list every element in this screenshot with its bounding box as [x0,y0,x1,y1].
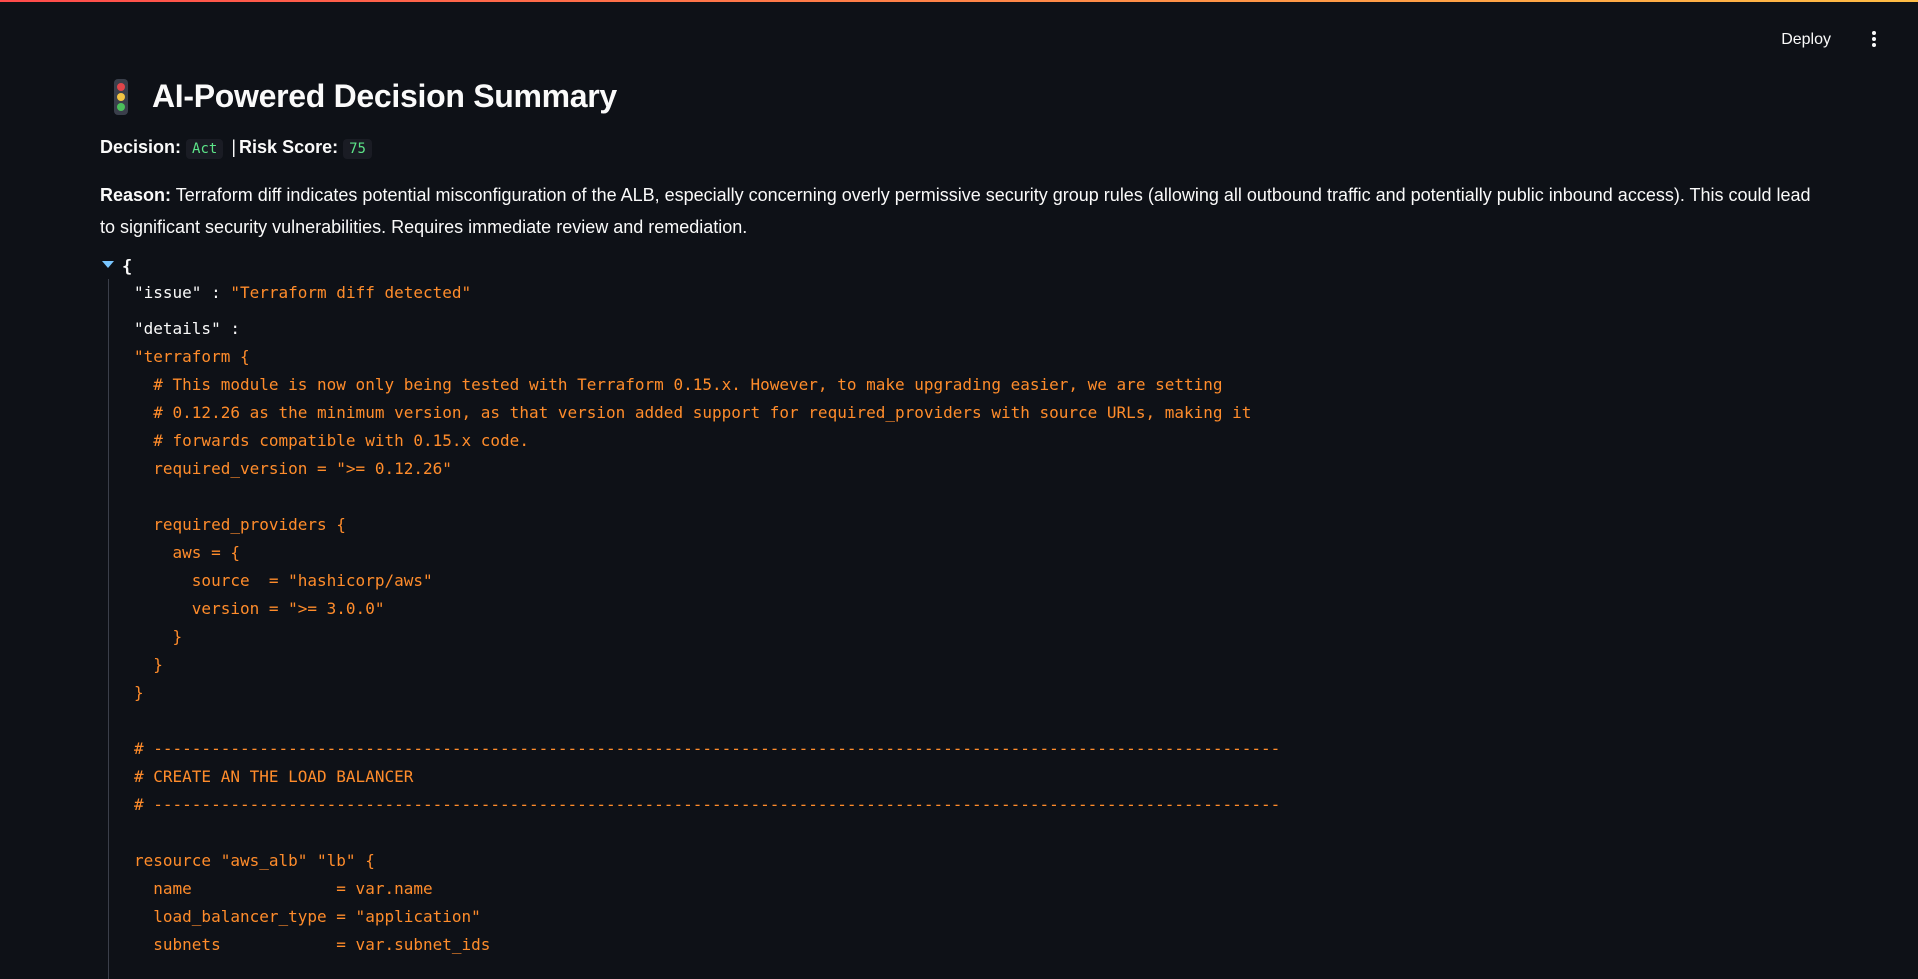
collapse-triangle-icon[interactable] [102,261,114,268]
title-row: AI-Powered Decision Summary [100,78,1820,115]
json-value-issue: "Terraform diff detected" [230,283,472,302]
json-open-brace: { [122,257,133,277]
risk-score-label: Risk Score: [239,137,339,157]
json-body: "issue" : "Terraform diff detected" "det… [108,279,1634,979]
json-issue-entry: "issue" : "Terraform diff detected" [134,279,1634,307]
reason-text: Terraform diff indicates potential misco… [100,185,1811,237]
reason-paragraph: Reason: Terraform diff indicates potenti… [100,179,1820,243]
reason-label: Reason: [100,185,172,205]
json-details-entry: "details" : [134,315,1634,343]
json-colon: : [220,319,250,338]
risk-score-value: 75 [343,139,372,159]
app-header: Deploy [0,0,1918,86]
traffic-light-icon [114,78,128,115]
deploy-button[interactable]: Deploy [1773,27,1839,53]
page-title: AI-Powered Decision Summary [152,78,617,114]
main-content: AI-Powered Decision Summary Decision: Ac… [100,78,1820,979]
decision-label: Decision: [100,137,182,157]
json-colon: : [201,283,231,302]
json-key-details: "details" [134,319,221,338]
separator: | [231,137,237,157]
decision-row: Decision: Act | Risk Score: 75 [100,133,1820,163]
decision-value: Act [186,139,224,159]
more-vertical-icon[interactable] [1870,31,1878,51]
json-key-issue: "issue" [134,283,202,302]
json-value-details: "terraform { # This module is now only b… [134,347,1281,954]
